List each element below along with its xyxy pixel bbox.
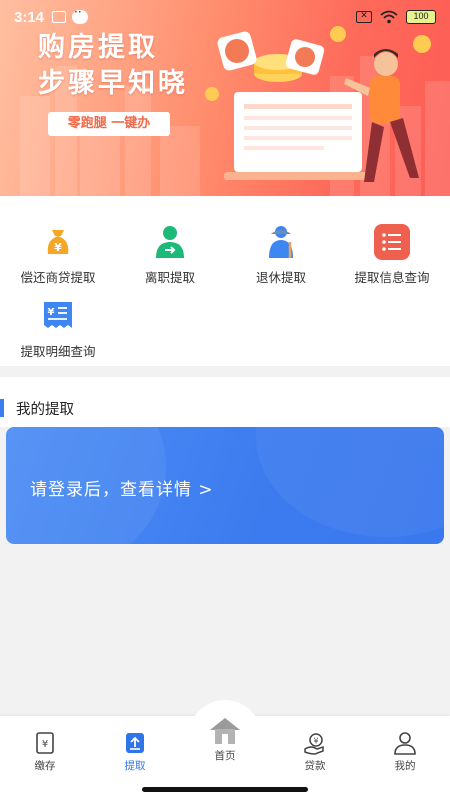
section-accent-bar <box>0 399 4 417</box>
app-notification-icon <box>72 5 89 24</box>
function-grid: ¥ 偿还商贷提取 离职提取 退休提取 提取信息查询 ¥ 提取明细查询 <box>0 196 450 366</box>
sim-icon: ✕ <box>356 11 372 23</box>
tab-label: 缴存 <box>34 760 56 772</box>
banner-headline-line1: 购房提取 <box>38 32 158 63</box>
login-prompt-text[interactable]: 请登录后，查看详情 > <box>30 475 214 500</box>
repay-commercial-loan-extraction[interactable]: ¥ 偿还商贷提取 <box>2 224 114 286</box>
bottom-tab-bar: ¥ 缴存 提取 首页 ¥ 贷款 我的 <box>0 700 450 800</box>
list-icon <box>374 224 410 260</box>
tab-label: 我的 <box>394 760 416 772</box>
banner-tagline: 零跑腿 一键办 <box>48 112 170 136</box>
resignation-extraction[interactable]: 离职提取 <box>114 224 226 286</box>
function-label: 离职提取 <box>144 270 195 285</box>
person-exit-icon <box>152 224 188 260</box>
banner-headline: 购房提取 步骤早知晓 <box>38 30 188 102</box>
tab-label: 首页 <box>214 750 236 762</box>
banner-headline-line2: 步骤早知晓 <box>38 68 188 99</box>
function-label: 退休提取 <box>255 270 306 285</box>
tab-label: 贷款 <box>304 760 326 772</box>
tab-withdraw[interactable]: 提取 <box>100 730 170 773</box>
function-label: 提取信息查询 <box>354 270 430 285</box>
extraction-info-query[interactable]: 提取信息查询 <box>336 224 448 286</box>
svg-text:¥: ¥ <box>48 307 55 318</box>
svg-text:¥: ¥ <box>42 739 48 750</box>
deposit-icon: ¥ <box>32 730 58 756</box>
user-icon <box>392 730 418 756</box>
wifi-icon <box>380 10 398 24</box>
svg-text:¥: ¥ <box>54 241 62 254</box>
notification-icon <box>52 11 67 23</box>
withdraw-icon <box>122 730 148 756</box>
svg-text:¥: ¥ <box>313 737 318 746</box>
tab-profile[interactable]: 我的 <box>370 730 440 773</box>
retirement-extraction[interactable]: 退休提取 <box>225 224 337 286</box>
login-prompt-card[interactable]: 请登录后，查看详情 > <box>6 427 444 544</box>
tab-home[interactable]: 首页 <box>190 716 260 763</box>
extraction-detail-query[interactable]: ¥ 提取明细查询 <box>2 298 114 360</box>
status-bar: 3:14 ✕ 100 <box>0 0 450 34</box>
elderly-person-icon <box>263 224 299 260</box>
my-extraction-section: 我的提取 请登录后，查看详情 > <box>0 377 450 716</box>
function-label: 偿还商贷提取 <box>20 270 96 285</box>
tab-deposit[interactable]: ¥ 缴存 <box>10 730 80 773</box>
loan-icon: ¥ <box>302 730 328 756</box>
tab-label: 提取 <box>124 760 146 772</box>
section-title: 我的提取 <box>16 402 74 418</box>
laptop-coins-illustration <box>205 26 431 182</box>
tab-loan[interactable]: ¥ 贷款 <box>280 730 350 773</box>
money-bag-icon: ¥ <box>40 224 76 260</box>
home-indicator <box>142 787 308 792</box>
status-time: 3:14 <box>14 8 45 26</box>
section-header: 我的提取 <box>0 377 450 427</box>
receipt-icon: ¥ <box>40 298 76 334</box>
home-icon <box>208 716 242 746</box>
battery-icon: 100 <box>406 10 436 24</box>
function-label: 提取明细查询 <box>20 344 96 359</box>
